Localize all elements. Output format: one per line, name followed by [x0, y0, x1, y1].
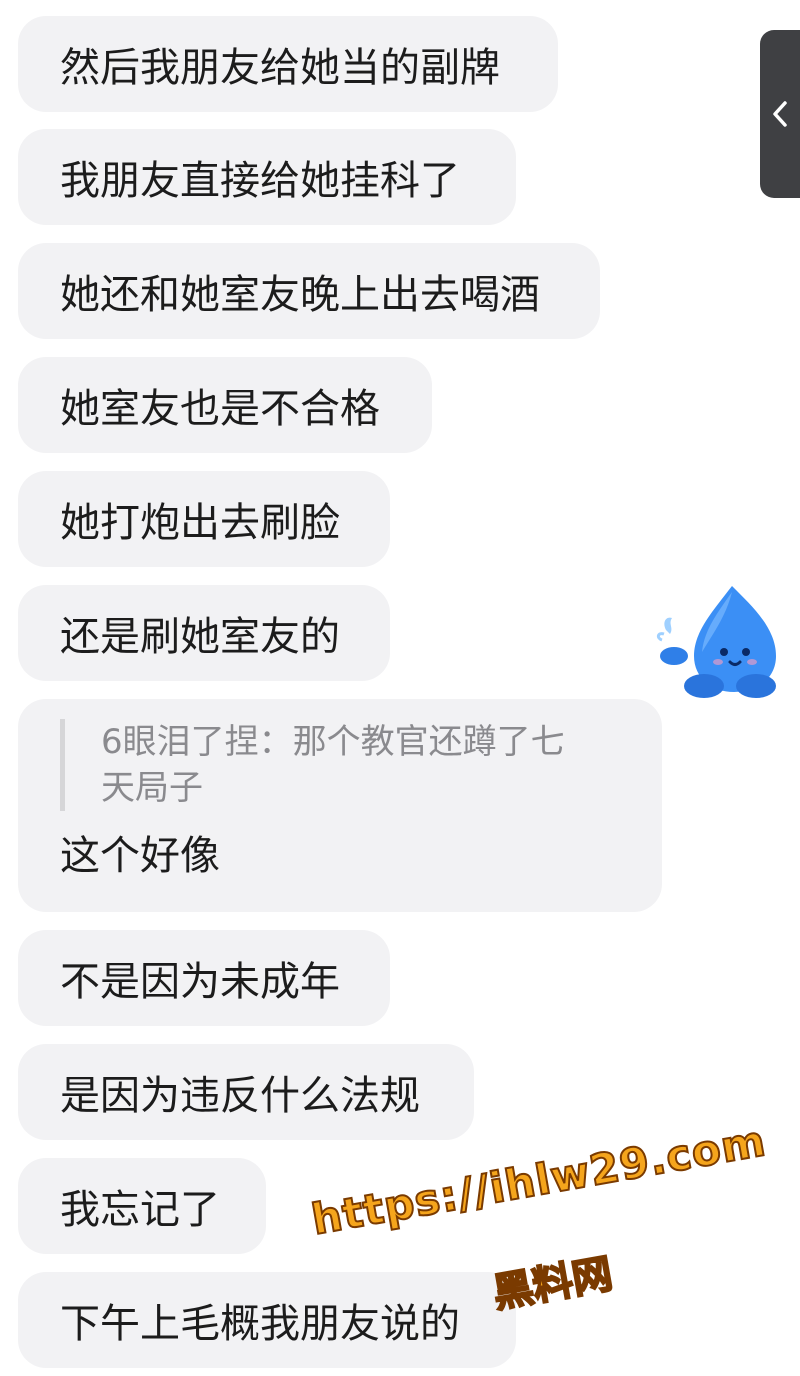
- message-bubble[interactable]: 我朋友直接给她挂科了: [18, 129, 516, 225]
- message-text: 不是因为未成年: [60, 959, 340, 1005]
- message-text: 她打炮出去刷脸: [60, 500, 340, 546]
- message-text: 还是刷她室友的: [60, 614, 340, 660]
- watermark-label: 黑料网: [489, 1250, 617, 1318]
- quoted-reply-bubble[interactable]: 6眼泪了捏：那个教官还蹲了七天局子 这个好像: [18, 699, 662, 912]
- message-bubble[interactable]: 然后我朋友给她当的副牌: [18, 16, 558, 112]
- message-bubble[interactable]: 不是因为未成年: [18, 930, 390, 1026]
- message-bubble[interactable]: 她还和她室友晚上出去喝酒: [18, 243, 600, 339]
- message-bubble[interactable]: 还是刷她室友的: [18, 585, 390, 681]
- message-text: 她还和她室友晚上出去喝酒: [60, 272, 540, 318]
- quoted-message[interactable]: 6眼泪了捏：那个教官还蹲了七天局子: [60, 719, 596, 811]
- message-text: 我忘记了: [60, 1187, 220, 1233]
- message-text: 她室友也是不合格: [60, 386, 380, 432]
- message-text: 这个好像: [60, 833, 220, 879]
- message-text: 然后我朋友给她当的副牌: [60, 45, 500, 91]
- message-bubble[interactable]: 下午上毛概我朋友说的: [18, 1272, 516, 1368]
- message-bubble[interactable]: 她打炮出去刷脸: [18, 471, 390, 567]
- message-text: 是因为违反什么法规: [60, 1073, 420, 1119]
- side-collapse-tab[interactable]: [760, 30, 800, 198]
- message-text: 我朋友直接给她挂科了: [60, 158, 460, 204]
- message-bubble[interactable]: 她室友也是不合格: [18, 357, 432, 453]
- message-bubble[interactable]: 是因为违反什么法规: [18, 1044, 474, 1140]
- message-bubble[interactable]: 我忘记了: [18, 1158, 266, 1254]
- water-drop-mascot-icon[interactable]: [652, 582, 792, 700]
- chevron-left-icon: [773, 101, 787, 127]
- message-text: 下午上毛概我朋友说的: [60, 1301, 460, 1347]
